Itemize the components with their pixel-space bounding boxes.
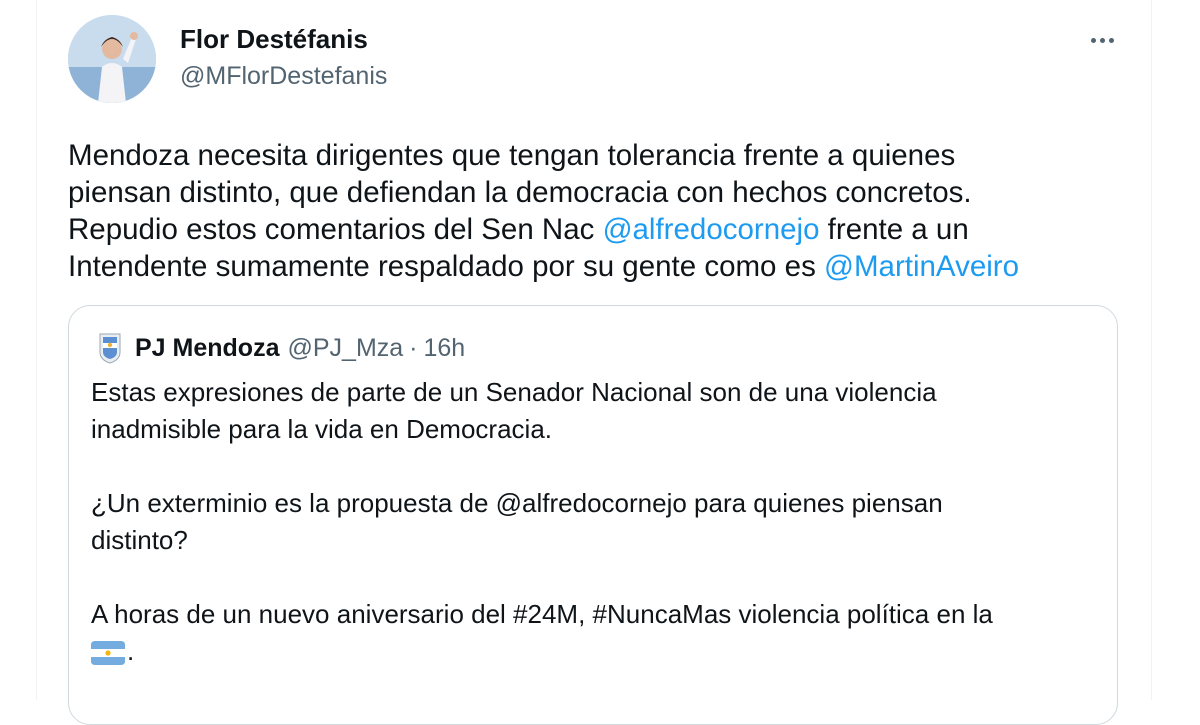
quoted-tweet[interactable]: PJ Mendoza @PJ_Mza · 16h Estas expresion… xyxy=(68,305,1118,725)
profile-photo-icon xyxy=(68,15,156,103)
tweet-line: Repudio estos comentarios del Sen Nac @a… xyxy=(68,211,1128,248)
quoted-text-suffix: . xyxy=(127,636,135,666)
quoted-author-handle[interactable]: @PJ_Mza xyxy=(287,334,403,363)
quoted-tweet-text: Estas expresiones de parte de un Senador… xyxy=(91,374,1101,670)
tweet-text-segment: Repudio estos comentarios del Sen Nac xyxy=(68,213,603,246)
tweet-text-segment: frente a un xyxy=(819,213,969,246)
tweet-text-segment: Intendente sumamente respaldado por su g… xyxy=(68,250,825,283)
author-avatar[interactable] xyxy=(68,15,156,103)
mention-link-alfredocornejo[interactable]: @alfredocornejo xyxy=(603,213,820,246)
tweet-text: Mendoza necesita dirigentes que tengan t… xyxy=(68,137,1128,285)
author-display-name[interactable]: Flor Destéfanis xyxy=(180,24,368,55)
argentina-flag-icon xyxy=(91,641,125,666)
quoted-line: A horas de un nuevo aniversario del #24M… xyxy=(91,599,993,629)
tweet-line: Intendente sumamente respaldado por su g… xyxy=(68,248,1128,285)
tweet-line: piensan distinto, que defiendan la democ… xyxy=(68,176,972,209)
more-dot xyxy=(1090,37,1096,43)
quoted-line: inadmisible para la vida en Democracia. xyxy=(91,414,553,444)
pj-logo-icon[interactable] xyxy=(97,332,123,364)
separator-dot: · xyxy=(409,333,418,362)
quoted-author-name[interactable]: PJ Mendoza xyxy=(135,334,279,363)
quoted-line: ¿Un exterminio es la propuesta de @alfre… xyxy=(91,488,943,518)
mention-link-martinaveiro[interactable]: @MartinAveiro xyxy=(824,250,1019,283)
quoted-line: Estas expresiones de parte de un Senador… xyxy=(91,377,937,407)
author-handle[interactable]: @MFlorDestefanis xyxy=(180,62,387,91)
quoted-timestamp[interactable]: 16h xyxy=(424,334,466,363)
quoted-line: . xyxy=(91,633,1101,670)
quoted-line: distinto? xyxy=(91,525,188,555)
tweet-line: Mendoza necesita dirigentes que tengan t… xyxy=(68,139,956,172)
more-dot xyxy=(1099,37,1105,43)
more-options-icon[interactable] xyxy=(1080,22,1124,58)
more-dot xyxy=(1108,37,1114,43)
quoted-tweet-header: PJ Mendoza @PJ_Mza · 16h xyxy=(97,332,465,364)
